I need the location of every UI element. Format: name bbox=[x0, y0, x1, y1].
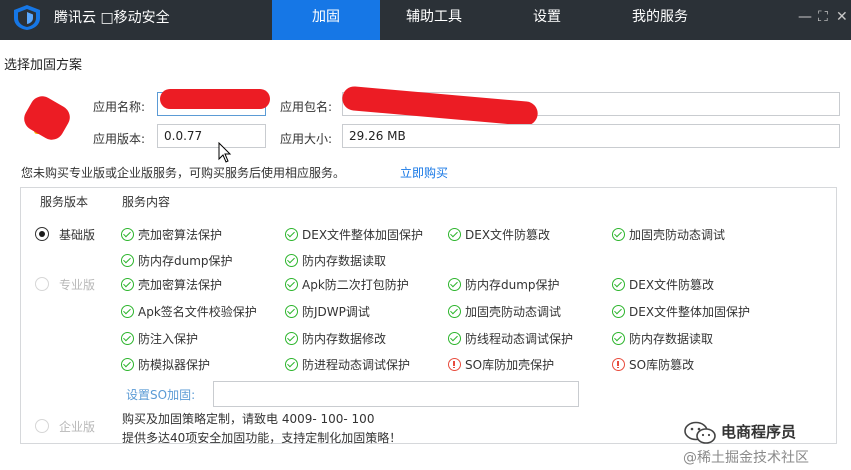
feature-item: 防进程动态调试保护 bbox=[285, 356, 410, 373]
feature-item: DEX文件防篡改 bbox=[448, 226, 550, 243]
app-icon-redaction bbox=[19, 91, 75, 145]
check-circle-icon bbox=[285, 278, 298, 291]
check-circle-icon bbox=[285, 254, 298, 267]
enterprise-tier-label[interactable]: 企业版 bbox=[59, 418, 95, 435]
brand: 腾讯云 □移动安全 bbox=[10, 0, 170, 34]
enterprise-tier-radio[interactable] bbox=[35, 419, 49, 433]
app-size-field: 29.26 MB bbox=[342, 124, 840, 148]
so-hardening-input[interactable] bbox=[213, 381, 579, 407]
feature-item: 防内存dump保护 bbox=[121, 252, 233, 269]
feature-item: 防内存数据读取 bbox=[612, 330, 713, 347]
close-icon[interactable]: ✕ bbox=[836, 9, 848, 25]
check-circle-icon bbox=[448, 228, 461, 241]
check-circle-icon bbox=[121, 278, 134, 291]
tab-harden[interactable]: 加固 bbox=[272, 0, 380, 40]
check-circle-icon bbox=[121, 228, 134, 241]
app-name-redaction bbox=[160, 89, 270, 109]
section-title: 选择加固方案 bbox=[4, 58, 83, 73]
check-circle-icon bbox=[121, 332, 134, 345]
check-circle-icon bbox=[121, 358, 134, 371]
check-circle-icon bbox=[285, 358, 298, 371]
purchase-notice: 您未购买专业版或企业版服务，可购买服务后使用相应服务。 bbox=[21, 166, 346, 180]
feature-item: 防内存数据修改 bbox=[285, 330, 386, 347]
tab-settings[interactable]: 设置 bbox=[488, 0, 606, 40]
wechat-icon bbox=[683, 421, 717, 445]
feature-item: 壳加密算法保护 bbox=[121, 276, 222, 293]
feature-item: 壳加密算法保护 bbox=[121, 226, 222, 243]
check-circle-icon bbox=[285, 332, 298, 345]
feature-item: DEX文件整体加固保护 bbox=[612, 303, 750, 320]
check-circle-icon bbox=[448, 278, 461, 291]
package-name-label: 应用包名: bbox=[280, 100, 333, 114]
tab-tools[interactable]: 辅助工具 bbox=[380, 0, 488, 40]
check-circle-icon bbox=[285, 228, 298, 241]
warning-circle-icon bbox=[448, 358, 461, 371]
maximize-icon[interactable]: ⛶ bbox=[818, 9, 828, 25]
check-circle-icon bbox=[121, 254, 134, 267]
title-bar: 腾讯云 □移动安全 加固 辅助工具 设置 我的服务 — ⛶ ✕ bbox=[0, 0, 851, 40]
pro-tier-radio[interactable] bbox=[35, 277, 49, 291]
enterprise-contact-text: 购买及加固策略定制，请致电 4009- 100- 100 bbox=[122, 412, 375, 426]
warning-circle-icon bbox=[612, 358, 625, 371]
feature-item: Apk防二次打包防护 bbox=[285, 276, 409, 293]
app-name-label: 应用名称: bbox=[93, 100, 146, 114]
tab-my-services[interactable]: 我的服务 bbox=[606, 0, 714, 40]
so-hardening-label: 设置SO加固: bbox=[126, 388, 196, 402]
tencent-cloud-logo-icon bbox=[10, 3, 44, 31]
check-circle-icon bbox=[612, 228, 625, 241]
feature-item: 防内存dump保护 bbox=[448, 276, 560, 293]
service-content-header: 服务内容 bbox=[122, 195, 171, 209]
feature-item: 加固壳防动态调试 bbox=[612, 226, 725, 243]
feature-item: SO库防加壳保护 bbox=[448, 356, 554, 373]
watermark-title: 电商程序员 bbox=[721, 423, 797, 441]
app-title: 腾讯云 □移动安全 bbox=[54, 10, 170, 26]
app-version-field: 0.0.77 bbox=[157, 124, 266, 148]
service-version-header: 服务版本 bbox=[40, 195, 89, 209]
check-circle-icon bbox=[448, 305, 461, 318]
feature-item: 防注入保护 bbox=[121, 330, 198, 347]
app-size-label: 应用大小: bbox=[280, 132, 333, 146]
check-circle-icon bbox=[448, 332, 461, 345]
check-circle-icon bbox=[121, 305, 134, 318]
check-circle-icon bbox=[612, 278, 625, 291]
feature-item: 防线程动态调试保护 bbox=[448, 330, 573, 347]
feature-item: DEX文件整体加固保护 bbox=[285, 226, 423, 243]
minimize-icon[interactable]: — bbox=[798, 9, 812, 25]
app-version-label: 应用版本: bbox=[93, 132, 146, 146]
feature-item: 防内存数据读取 bbox=[285, 252, 386, 269]
feature-item: 防JDWP调试 bbox=[285, 303, 370, 320]
feature-item: Apk签名文件校验保护 bbox=[121, 303, 257, 320]
watermark-source: @稀土掘金技术社区 bbox=[683, 450, 809, 466]
feature-item: SO库防篡改 bbox=[612, 356, 694, 373]
basic-tier-label[interactable]: 基础版 bbox=[59, 226, 95, 243]
buy-now-link[interactable]: 立即购买 bbox=[400, 164, 448, 181]
enterprise-description-text: 提供多达40项安全加固功能，支持定制化加固策略！ bbox=[122, 431, 402, 445]
check-circle-icon bbox=[612, 305, 625, 318]
pro-tier-label[interactable]: 专业版 bbox=[59, 276, 95, 293]
check-circle-icon bbox=[285, 305, 298, 318]
basic-tier-radio[interactable] bbox=[35, 227, 49, 241]
feature-item: 防模拟器保护 bbox=[121, 356, 210, 373]
feature-item: 加固壳防动态调试 bbox=[448, 303, 561, 320]
check-circle-icon bbox=[612, 332, 625, 345]
feature-item: DEX文件防篡改 bbox=[612, 276, 714, 293]
